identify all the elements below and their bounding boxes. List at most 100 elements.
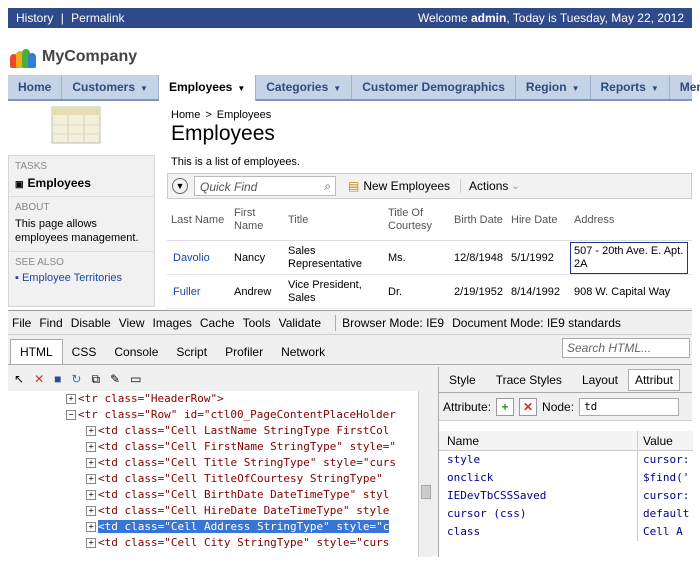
- column-address[interactable]: Address: [574, 214, 654, 227]
- expand-icon[interactable]: +: [86, 474, 96, 484]
- attribute-value[interactable]: cursor:: [643, 453, 689, 466]
- column-hire-date[interactable]: Hire Date: [511, 214, 571, 227]
- page-illustration-icon: [51, 106, 101, 144]
- expand-icon[interactable]: +: [86, 458, 96, 468]
- menu-customer-demographics[interactable]: Customer Demographics: [352, 75, 516, 99]
- bullet-icon: ▪: [15, 272, 22, 284]
- menu-membership[interactable]: Memb: [670, 75, 700, 99]
- column-title-of-courtesy[interactable]: Title Of Courtesy: [388, 207, 448, 233]
- expand-icon[interactable]: +: [86, 522, 96, 532]
- welcome-prefix: Welcome: [417, 11, 471, 25]
- tab-console[interactable]: Console: [105, 340, 167, 364]
- refresh-icon[interactable]: ↻: [71, 372, 81, 386]
- tab-trace-styles[interactable]: Trace Styles: [486, 373, 572, 387]
- collapse-icon[interactable]: −: [66, 410, 76, 420]
- clear-outline-icon[interactable]: ✕: [34, 372, 44, 386]
- attribute-row[interactable]: style cursor:: [439, 451, 693, 469]
- attribute-row[interactable]: IEDevTbCSSSaved cursor:: [439, 487, 693, 505]
- column-title[interactable]: Title: [288, 214, 368, 227]
- history-link[interactable]: History: [16, 11, 53, 25]
- add-attribute-icon[interactable]: +: [496, 397, 515, 416]
- menu-view[interactable]: View: [119, 316, 145, 330]
- document-mode-menu[interactable]: Document Mode: IE9 standards: [452, 316, 621, 330]
- expand-icon[interactable]: +: [66, 394, 76, 404]
- cell-address-selected[interactable]: 507 - 20th Ave. E. Apt. 2A: [570, 242, 688, 274]
- menu-home[interactable]: Home: [8, 75, 63, 99]
- tree-node[interactable]: + <td class="Cell Title StringType" style…: [86, 455, 396, 471]
- column-birth-date[interactable]: Birth Date: [454, 214, 514, 227]
- attribute-label: Attribute:: [443, 399, 492, 414]
- expand-icon[interactable]: +: [86, 442, 96, 452]
- breadcrumb-home[interactable]: Home: [171, 109, 200, 121]
- cell-last-name[interactable]: Davolio: [173, 252, 210, 265]
- tab-style[interactable]: Style: [439, 373, 486, 387]
- attribute-value[interactable]: cursor:: [643, 489, 689, 502]
- select-element-icon[interactable]: ↖: [14, 372, 24, 386]
- node-field[interactable]: td: [579, 397, 680, 416]
- tab-profiler[interactable]: Profiler: [216, 340, 272, 364]
- tree-node[interactable]: + <tr class="HeaderRow">: [66, 391, 224, 407]
- attribute-value[interactable]: Cell A: [643, 525, 683, 538]
- cell-last-name[interactable]: Fuller: [173, 286, 201, 299]
- new-employees-button[interactable]: ▤ New Employees: [348, 179, 450, 193]
- tree-node[interactable]: + <td class="Cell LastName StringType Fir…: [86, 423, 389, 439]
- attribute-value[interactable]: default: [643, 507, 689, 520]
- menu-disable[interactable]: Disable: [71, 316, 111, 330]
- edit-icon[interactable]: ✎: [110, 372, 120, 386]
- view-selector-button[interactable]: ▼: [172, 178, 188, 194]
- menu-find[interactable]: Find: [39, 316, 62, 330]
- save-icon[interactable]: ■: [54, 372, 61, 386]
- tree-scrollbar[interactable]: [418, 391, 432, 557]
- menu-employees[interactable]: Employees ▼: [158, 75, 257, 101]
- dom-element-icon[interactable]: ⧉: [91, 372, 100, 387]
- search-icon[interactable]: ⌕: [324, 179, 331, 194]
- tree-node[interactable]: − <tr class="Row" id="ctl00_PageContentPl…: [66, 407, 396, 423]
- tree-node-selected[interactable]: + <td class="Cell Address StringType" sty…: [86, 519, 390, 535]
- menu-cache[interactable]: Cache: [200, 316, 235, 330]
- column-divider[interactable]: [637, 431, 638, 450]
- attribute-value[interactable]: $find(': [643, 471, 689, 484]
- tab-attributes[interactable]: Attribut: [627, 368, 680, 391]
- menu-categories[interactable]: Categories ▼: [256, 75, 353, 99]
- column-last-name[interactable]: Last Name: [171, 214, 231, 227]
- actions-menu[interactable]: Actions ⌄: [460, 179, 520, 193]
- expand-icon[interactable]: +: [86, 538, 96, 548]
- column-divider: [637, 487, 638, 505]
- word-wrap-icon[interactable]: ▭: [130, 372, 141, 386]
- table-row[interactable]: Davolio Nancy Sales Representative Ms. 1…: [167, 241, 692, 275]
- tab-css[interactable]: CSS: [63, 340, 106, 364]
- menu-tools[interactable]: Tools: [243, 316, 271, 330]
- table-row[interactable]: Fuller Andrew Vice President, Sales Dr. …: [167, 275, 692, 309]
- scrollbar-thumb[interactable]: [421, 485, 431, 499]
- menu-images[interactable]: Images: [153, 316, 192, 330]
- tab-html[interactable]: HTML: [10, 339, 63, 364]
- tree-node[interactable]: + <td class="Cell FirstName StringType" s…: [86, 439, 396, 455]
- attribute-row[interactable]: class Cell A: [439, 523, 693, 541]
- expand-icon[interactable]: +: [86, 490, 96, 500]
- tab-layout[interactable]: Layout: [572, 373, 628, 387]
- brand-logo[interactable]: MyCompany: [10, 46, 137, 68]
- tree-node[interactable]: + <td class="Cell TitleOfCourtesy StringT…: [86, 471, 383, 487]
- tab-network[interactable]: Network: [272, 340, 334, 364]
- menu-validate[interactable]: Validate: [279, 316, 321, 330]
- delete-attribute-icon[interactable]: ✕: [519, 397, 538, 416]
- menu-file[interactable]: File: [12, 316, 31, 330]
- tree-node[interactable]: + <td class="Cell HireDate DateTimeType" …: [86, 503, 389, 519]
- expand-icon[interactable]: +: [86, 426, 96, 436]
- tree-node[interactable]: + <td class="Cell BirthDate DateTimeType"…: [86, 487, 389, 503]
- browser-mode-menu[interactable]: Browser Mode: IE9: [342, 316, 444, 330]
- expand-icon[interactable]: +: [86, 506, 96, 516]
- tree-node[interactable]: + <td class="Cell City StringType" style=…: [86, 535, 389, 551]
- sidebar-item-employees[interactable]: ▣ Employees: [9, 174, 154, 196]
- column-first-name[interactable]: First Name: [234, 207, 274, 233]
- permalink-link[interactable]: Permalink: [71, 11, 124, 25]
- menu-customers[interactable]: Customers ▼: [62, 75, 159, 99]
- menu-region[interactable]: Region ▼: [516, 75, 591, 99]
- quick-find-input[interactable]: Quick Find ⌕: [194, 176, 336, 196]
- employee-territories-link[interactable]: ▪ Employee Territories: [9, 270, 154, 286]
- menu-reports[interactable]: Reports ▼: [591, 75, 670, 99]
- attribute-row[interactable]: cursor (css) default: [439, 505, 693, 523]
- attribute-row[interactable]: onclick $find(': [439, 469, 693, 487]
- tab-script[interactable]: Script: [167, 340, 216, 364]
- search-html-input[interactable]: Search HTML...: [562, 338, 690, 358]
